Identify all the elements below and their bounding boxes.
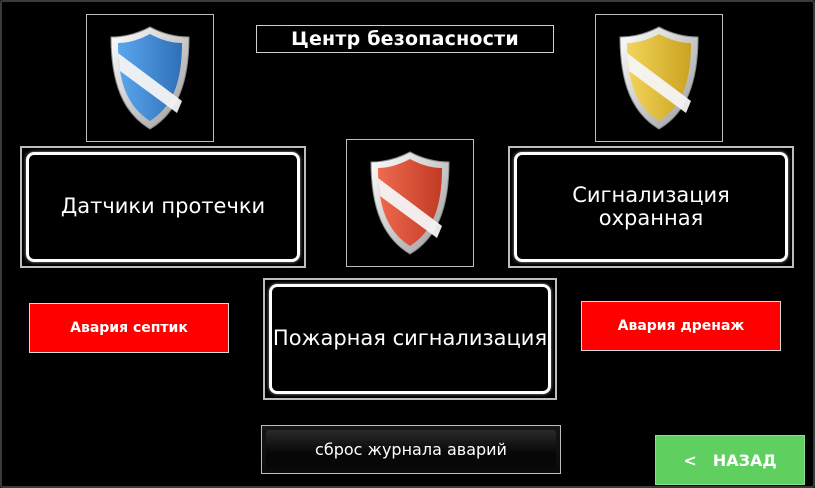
septic-alarm-indicator: Авария септик <box>29 303 229 353</box>
reset-alarm-log-label: сброс журнала аварий <box>315 440 507 459</box>
leak-sensors-button[interactable]: Датчики протечки <box>20 146 306 268</box>
back-label: НАЗАД <box>712 450 777 470</box>
security-alarm-label: Сигнализация охранная <box>514 152 788 262</box>
yellow-shield-icon <box>619 26 699 130</box>
shield-frame-left <box>86 14 214 142</box>
page-title: Центр безопасности <box>256 25 554 53</box>
drainage-alarm-indicator: Авария дренаж <box>581 301 781 351</box>
security-alarm-button[interactable]: Сигнализация охранная <box>508 146 794 268</box>
blue-shield-icon <box>110 26 190 130</box>
shield-frame-right <box>595 14 723 142</box>
shield-frame-center <box>346 139 474 267</box>
reset-alarm-log-button[interactable]: сброс журнала аварий <box>261 425 561 474</box>
back-button[interactable]: < НАЗАД <box>655 435 805 485</box>
back-arrow-icon: < <box>683 450 697 470</box>
fire-alarm-button[interactable]: Пожарная сигнализация <box>263 278 557 400</box>
security-center-screen: Центр безопасности Датчики протечки Сигн… <box>0 0 815 488</box>
fire-alarm-label: Пожарная сигнализация <box>269 284 551 394</box>
red-shield-icon <box>370 151 450 255</box>
leak-sensors-label: Датчики протечки <box>26 152 300 262</box>
